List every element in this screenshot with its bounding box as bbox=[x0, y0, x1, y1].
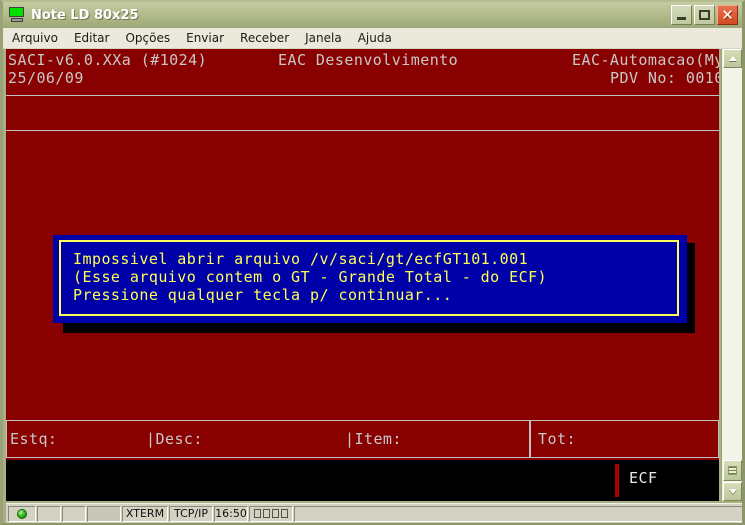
grip-icon bbox=[728, 466, 737, 475]
field-box-total: Tot: bbox=[530, 420, 719, 458]
chevron-down-icon bbox=[728, 489, 737, 494]
dialog-message-line-2: (Esse arquivo contem o GT - Grande Total… bbox=[73, 268, 548, 286]
field-label-descricao: |Desc: bbox=[146, 430, 203, 448]
indicator-led-1 bbox=[254, 509, 261, 518]
window-title: Note LD 80x25 bbox=[31, 7, 139, 23]
error-dialog[interactable]: Impossivel abrir arquivo /v/saci/gt/ecfG… bbox=[53, 235, 687, 323]
connection-status-cell bbox=[8, 505, 36, 522]
menu-item-opcoes[interactable]: Opções bbox=[118, 30, 177, 46]
menu-item-janela[interactable]: Janela bbox=[298, 30, 349, 46]
maximize-icon bbox=[699, 10, 710, 20]
window-controls: ✕ bbox=[671, 5, 738, 25]
chevron-up-icon bbox=[728, 56, 737, 61]
application-window: Note LD 80x25 ✕ Arquivo Editar Opções En… bbox=[0, 0, 745, 525]
ecf-marker-bar bbox=[615, 464, 619, 497]
terminal-type-cell: XTERM bbox=[122, 505, 168, 522]
menu-bar: Arquivo Editar Opções Enviar Receber Jan… bbox=[3, 28, 742, 49]
close-button[interactable]: ✕ bbox=[717, 5, 738, 25]
minimize-button[interactable] bbox=[671, 5, 692, 25]
menu-item-editar[interactable]: Editar bbox=[67, 30, 117, 46]
menu-item-ajuda[interactable]: Ajuda bbox=[351, 30, 399, 46]
scrollbar-thumb[interactable] bbox=[723, 460, 742, 481]
status-bar: XTERM TCP/IP 16:50 bbox=[6, 503, 742, 523]
field-label-estoque: Estq: bbox=[10, 430, 58, 448]
field-label-total: Tot: bbox=[538, 430, 576, 448]
status-cell-blank-1 bbox=[37, 505, 61, 522]
status-cell-blank-4 bbox=[294, 505, 742, 522]
indicator-led-2 bbox=[263, 509, 270, 518]
terminal-system: EAC-Automacao(MySQL) bbox=[572, 51, 719, 69]
terminal-monitor-icon bbox=[8, 7, 26, 23]
clock-cell: 16:50 bbox=[214, 505, 248, 522]
field-label-item: |Item: bbox=[345, 430, 402, 448]
vertical-scrollbar[interactable] bbox=[721, 49, 742, 501]
terminal-app-version: SACI-v6.0.XXa (#1024) bbox=[8, 51, 208, 69]
menu-item-arquivo[interactable]: Arquivo bbox=[5, 30, 65, 46]
terminal-date: 25/06/09 bbox=[8, 69, 84, 87]
menu-item-enviar[interactable]: Enviar bbox=[179, 30, 231, 46]
terminal-footer-strip: ECF bbox=[6, 460, 719, 501]
title-bar: Note LD 80x25 ✕ bbox=[3, 2, 742, 28]
header-divider-top bbox=[6, 95, 719, 96]
terminal-pdv-number: PDV No: 00101 bbox=[610, 69, 719, 87]
status-cell-blank-3 bbox=[87, 505, 121, 522]
terminal-environment: EAC Desenvolvimento bbox=[278, 51, 459, 69]
maximize-button[interactable] bbox=[694, 5, 715, 25]
protocol-cell: TCP/IP bbox=[169, 505, 213, 522]
dialog-message-line-1: Impossivel abrir arquivo /v/saci/gt/ecfG… bbox=[73, 250, 529, 268]
terminal-screen[interactable]: SACI-v6.0.XXa (#1024) EAC Desenvolviment… bbox=[6, 49, 719, 501]
indicator-led-3 bbox=[272, 509, 279, 518]
connection-led-icon bbox=[17, 508, 27, 519]
indicator-led-4 bbox=[281, 509, 288, 518]
minimize-icon bbox=[677, 17, 686, 20]
field-box-main: Estq: |Desc: |Item: bbox=[6, 420, 530, 458]
status-cell-blank-2 bbox=[62, 505, 86, 522]
dialog-prompt-line: Pressione qualquer tecla p/ continuar... bbox=[73, 286, 453, 304]
scroll-up-button[interactable] bbox=[723, 49, 742, 68]
modem-indicators-cell bbox=[249, 505, 293, 522]
menu-item-receber[interactable]: Receber bbox=[233, 30, 296, 46]
ecf-label: ECF bbox=[629, 469, 658, 487]
close-icon: ✕ bbox=[721, 5, 734, 24]
scroll-down-button[interactable] bbox=[723, 482, 742, 501]
header-divider-bottom bbox=[6, 130, 719, 131]
dialog-border: Impossivel abrir arquivo /v/saci/gt/ecfG… bbox=[59, 240, 679, 316]
field-row: Estq: |Desc: |Item: Tot: bbox=[6, 420, 719, 458]
